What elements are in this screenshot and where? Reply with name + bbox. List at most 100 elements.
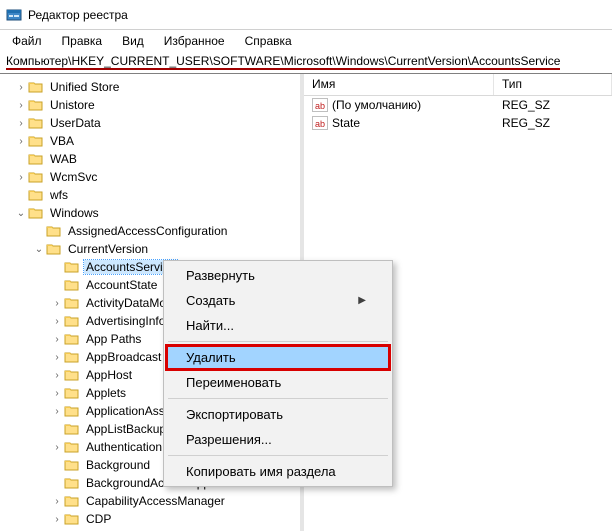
chevron-down-icon[interactable]: ⌄ [14,208,28,219]
tree-label: Applets [84,386,128,400]
folder-icon [46,242,62,256]
ctx-delete[interactable]: Удалить [166,345,390,370]
tree-row[interactable]: › Unistore [0,96,300,114]
tree-label: Background [84,458,152,472]
menu-edit[interactable]: Правка [54,32,111,50]
ctx-create[interactable]: Создать ▶ [166,288,390,313]
folder-icon [28,170,44,184]
tree-label: WcmSvc [48,170,99,184]
chevron-right-icon[interactable]: › [50,352,64,363]
ctx-copy-name[interactable]: Копировать имя раздела [166,459,390,484]
path-bar[interactable]: Компьютер\HKEY_CURRENT_USER\SOFTWARE\Mic… [0,52,612,74]
tree-row[interactable]: wfs [0,186,300,204]
chevron-right-icon[interactable]: › [50,514,64,525]
folder-icon [64,278,80,292]
ctx-separator [168,398,388,399]
tree-row[interactable]: WAB [0,150,300,168]
folder-icon [28,98,44,112]
string-value-icon: ab [312,116,328,130]
tree-row[interactable]: › CapabilityAccessManager [0,492,300,510]
ctx-separator [168,341,388,342]
chevron-right-icon[interactable]: › [50,334,64,345]
menu-file[interactable]: Файл [4,32,50,50]
tree-row[interactable]: AssignedAccessConfiguration [0,222,300,240]
folder-icon [46,224,62,238]
tree-label: AdvertisingInfo [84,314,167,328]
context-menu: Развернуть Создать ▶ Найти... Удалить Пе… [163,260,393,487]
window-title: Редактор реестра [28,8,128,22]
list-row[interactable]: abStateREG_SZ [304,114,612,132]
tree-label: VBA [48,134,76,148]
folder-icon [28,206,44,220]
tree-row[interactable]: › CDP [0,510,300,528]
tree-label: AccountState [84,278,159,292]
tree-label: CapabilityAccessManager [84,494,227,508]
chevron-right-icon[interactable]: › [14,172,28,183]
tree-row[interactable]: ›Unified Store [0,78,300,96]
folder-icon [64,458,80,472]
tree-row[interactable]: ›UserData [0,114,300,132]
folder-icon [64,422,80,436]
chevron-right-icon[interactable]: › [14,82,28,93]
tree-label: Windows [48,206,101,220]
ctx-find-label: Найти... [186,318,234,333]
chevron-right-icon[interactable]: › [50,442,64,453]
value-type: REG_SZ [494,98,612,112]
folder-icon [64,296,80,310]
tree-row[interactable]: ⌄ Windows [0,204,300,222]
chevron-right-icon: ▶ [358,295,366,306]
ctx-rename[interactable]: Переименовать [166,370,390,395]
ctx-expand[interactable]: Развернуть [166,263,390,288]
chevron-right-icon[interactable]: › [50,298,64,309]
svg-text:ab: ab [315,119,325,129]
ctx-permissions[interactable]: Разрешения... [166,427,390,452]
folder-icon [64,368,80,382]
ctx-expand-label: Развернуть [186,268,255,283]
col-header-type[interactable]: Тип [494,74,612,95]
folder-icon [28,188,44,202]
folder-icon [64,512,80,526]
tree-label: Unistore [48,98,97,112]
tree-label: Authentication [84,440,164,454]
svg-text:ab: ab [315,101,325,111]
folder-icon [64,476,80,490]
value-type: REG_SZ [494,116,612,130]
menu-view[interactable]: Вид [114,32,152,50]
tree-row[interactable]: ⌄ CurrentVersion [0,240,300,258]
folder-icon [64,350,80,364]
tree-label: CDP [84,512,113,526]
tree-label: ActivityDataMo [84,296,168,310]
tree-label: AppListBackup [84,422,168,436]
tree-label: ApplicationAss [84,404,167,418]
chevron-right-icon[interactable]: › [14,136,28,147]
ctx-delete-label: Удалить [186,350,236,365]
ctx-rename-label: Переименовать [186,375,281,390]
chevron-right-icon[interactable]: › [50,370,64,381]
tree-row[interactable]: › VBA [0,132,300,150]
tree-row[interactable]: › WcmSvc [0,168,300,186]
tree-label: AppBroadcast [84,350,163,364]
folder-icon [64,314,80,328]
chevron-right-icon[interactable]: › [50,388,64,399]
tree-label: AppHost [84,368,134,382]
menu-help[interactable]: Справка [237,32,300,50]
ctx-export[interactable]: Экспортировать [166,402,390,427]
tree-label: wfs [48,188,70,202]
ctx-create-label: Создать [186,293,235,308]
chevron-down-icon[interactable]: ⌄ [32,244,46,255]
chevron-right-icon[interactable]: › [50,406,64,417]
ctx-find[interactable]: Найти... [166,313,390,338]
list-row[interactable]: ab(По умолчанию)REG_SZ [304,96,612,114]
chevron-right-icon[interactable]: › [14,118,28,129]
folder-icon [28,80,44,94]
ctx-copy-name-label: Копировать имя раздела [186,464,336,479]
tree-label: CurrentVersion [66,242,150,256]
col-header-name[interactable]: Имя [304,74,494,95]
chevron-right-icon[interactable]: › [14,100,28,111]
chevron-right-icon[interactable]: › [50,316,64,327]
menu-favorites[interactable]: Избранное [156,32,233,50]
chevron-right-icon[interactable]: › [50,496,64,507]
folder-icon [64,404,80,418]
ctx-separator [168,455,388,456]
menu-bar: Файл Правка Вид Избранное Справка [0,30,612,52]
